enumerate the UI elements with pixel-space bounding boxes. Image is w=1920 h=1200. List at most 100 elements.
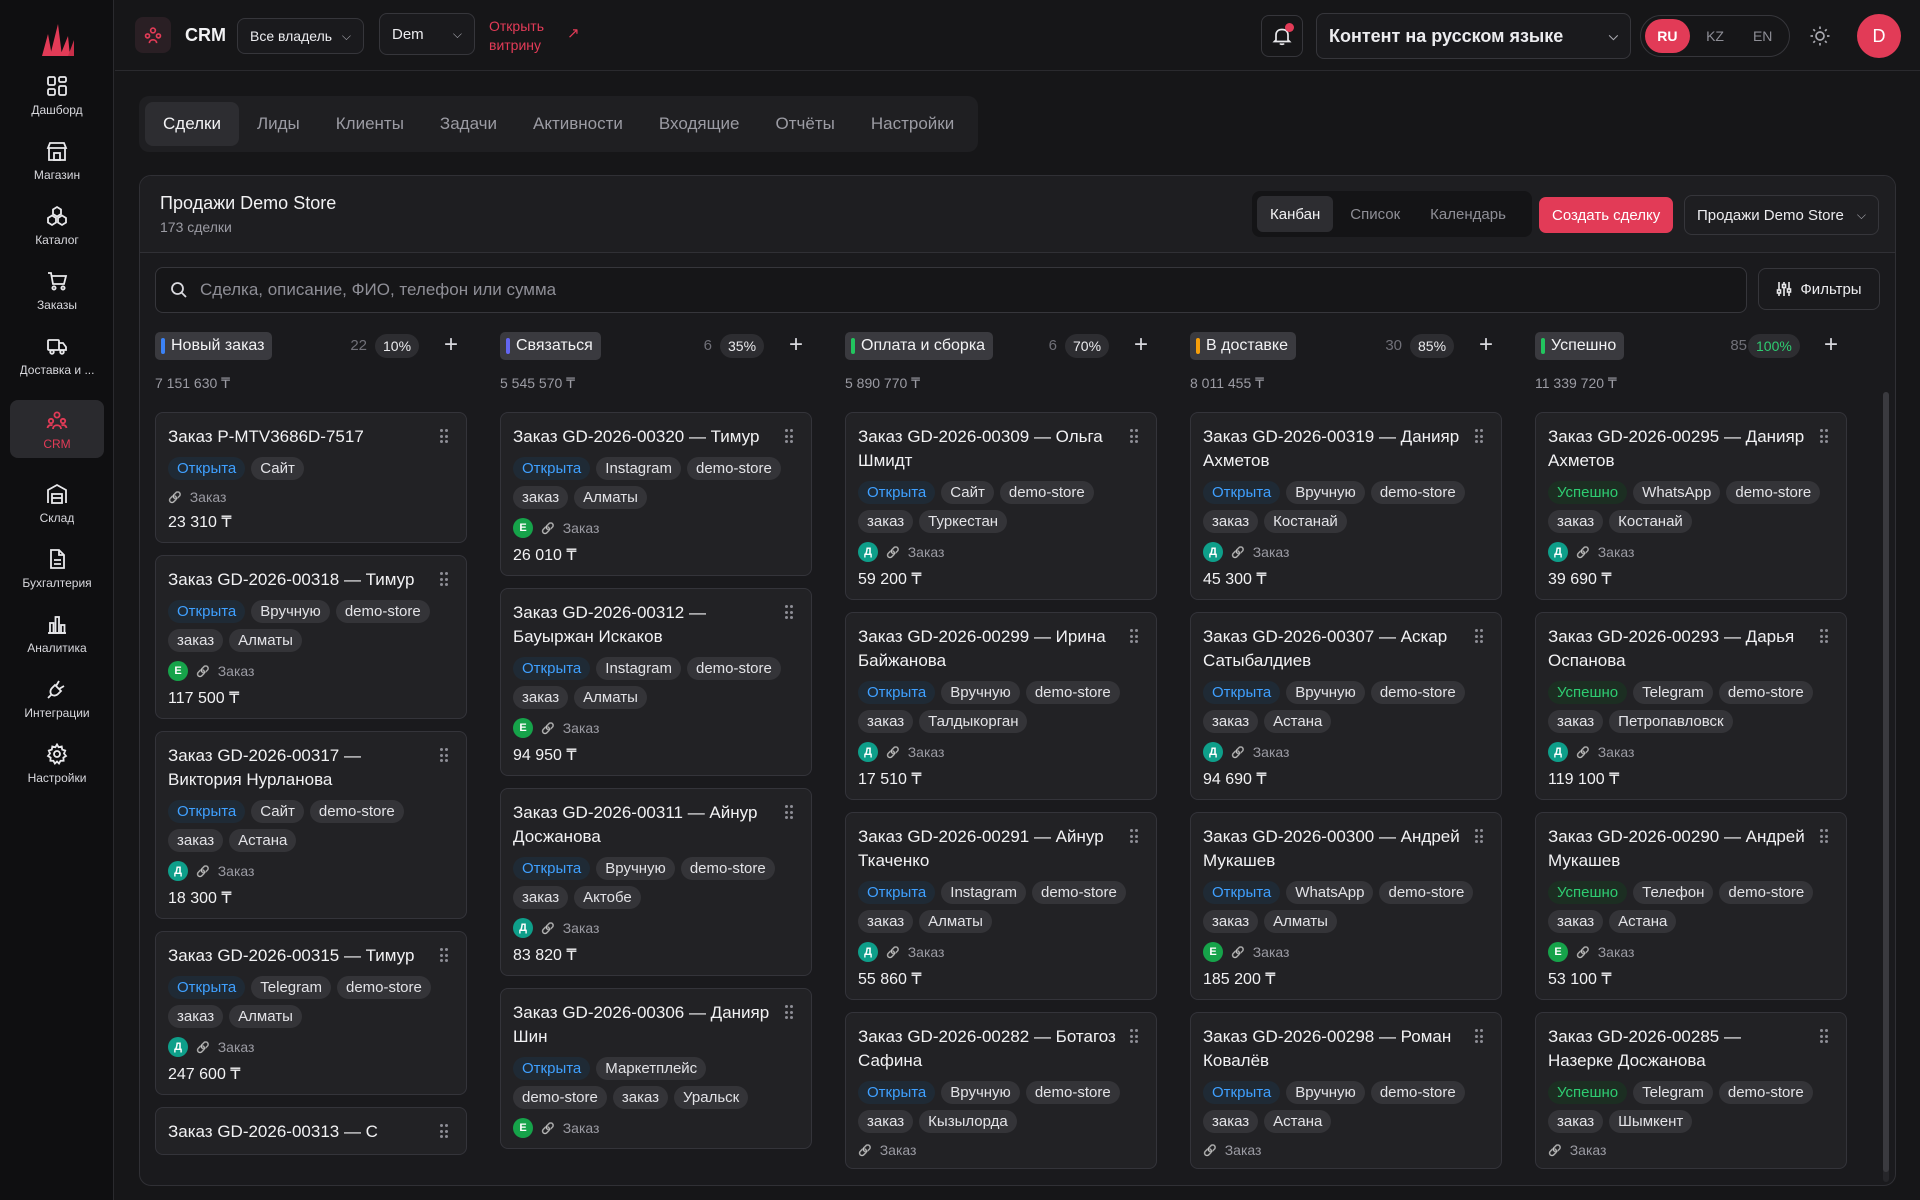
sidebar-item-integrations[interactable]: Интеграции [10,669,104,727]
tab-leads[interactable]: Лиды [239,102,318,146]
add-deal-icon[interactable]: + [1479,331,1493,359]
create-deal-button[interactable]: Создать сделку [1539,197,1674,233]
lang-en[interactable]: EN [1740,19,1785,53]
drag-handle-icon[interactable] [1475,629,1483,643]
drag-handle-icon[interactable] [785,805,793,819]
sidebar-item-delivery[interactable]: Доставка и ... [10,326,104,384]
sidebar-item-catalog[interactable]: Каталог [10,196,104,254]
deal-card[interactable]: Заказ P-MTV3686D-7517 Открыта Сайт 🔗 Заказ 23… [155,412,467,543]
view-list[interactable]: Список [1337,196,1413,232]
drag-handle-icon[interactable] [440,429,448,443]
deal-card[interactable]: Заказ GD-2026-00318 — Тимур Открыта Вручну… [155,555,467,719]
deal-card[interactable]: Заказ GD-2026-00300 — Андрей Мукашев Откр… [1190,812,1502,1000]
deal-card[interactable]: Заказ GD-2026-00306 — Данияр Шин Открыта М… [500,988,812,1149]
deal-card[interactable]: Заказ GD-2026-00291 — Айнур Ткаченко Откр… [845,812,1157,1000]
drag-handle-icon[interactable] [1130,429,1138,443]
deal-card[interactable]: Заказ GD-2026-00290 — Андрей Мукашев Успе… [1535,812,1847,1000]
pipeline-dropdown[interactable]: Продажи Demo Store ⌵ [1684,195,1879,235]
deal-card[interactable]: Заказ GD-2026-00295 — Данияр Ахметов Успе… [1535,412,1847,600]
status-badge: Открыта [168,457,246,480]
tab-reports[interactable]: Отчёты [758,102,853,146]
drag-handle-icon[interactable] [1475,1029,1483,1043]
open-storefront-link[interactable]: Открыть витрину [489,17,544,55]
sidebar-item-analytics[interactable]: Аналитика [10,604,104,662]
sidebar-item-orders[interactable]: Заказы [10,261,104,319]
tab-deals[interactable]: Сделки [145,102,239,146]
board-scrollbar[interactable] [1883,392,1889,1182]
lang-ru[interactable]: RU [1645,19,1690,53]
deal-card[interactable]: Заказ GD-2026-00312 — Бауыржан Искаков От… [500,588,812,776]
drag-handle-icon[interactable] [1820,829,1828,843]
owner-filter-dropdown[interactable]: Все владельцы ⌵ [237,18,364,54]
add-deal-icon[interactable]: + [789,331,803,359]
store-select-dropdown[interactable]: Dem ⌵ [379,13,475,55]
tab-activities[interactable]: Активности [515,102,641,146]
drag-handle-icon[interactable] [1130,1029,1138,1043]
lang-kz[interactable]: KZ [1693,19,1738,53]
drag-handle-icon[interactable] [1130,629,1138,643]
scrollbar-thumb[interactable] [1883,392,1889,1172]
deal-card[interactable]: Заказ GD-2026-00307 — Аскар Сатыбалдиев О… [1190,612,1502,800]
sidebar-item-crm[interactable]: CRM [10,400,104,458]
deal-card[interactable]: Заказ GD-2026-00319 — Данияр Ахметов Откр… [1190,412,1502,600]
drag-handle-icon[interactable] [440,948,448,962]
deal-card[interactable]: Заказ GD-2026-00298 — Роман Ковалёв Откры… [1190,1012,1502,1169]
stage-color-bar [851,338,855,354]
view-calendar[interactable]: Календарь [1417,196,1519,232]
drag-handle-icon[interactable] [440,1124,448,1138]
link-icon: 🔗 [196,865,210,878]
drag-handle-icon[interactable] [1820,1029,1828,1043]
sidebar-item-warehouse[interactable]: Склад [10,474,104,532]
view-kanban[interactable]: Канбан [1257,196,1334,232]
drag-handle-icon[interactable] [440,572,448,586]
deal-card[interactable]: Заказ GD-2026-00317 — Виктория Нурланова… [155,731,467,919]
tab-inbox[interactable]: Входящие [641,102,758,146]
drag-handle-icon[interactable] [1820,629,1828,643]
deal-source-label: Заказ [907,544,945,560]
plug-icon [45,677,69,701]
deal-card[interactable]: Заказ GD-2026-00311 — Айнур Досжанова Отк… [500,788,812,976]
user-avatar[interactable]: D [1857,14,1901,58]
drag-handle-icon[interactable] [1475,429,1483,443]
deal-card[interactable]: Заказ GD-2026-00315 — Тимур Открыта Telegr… [155,931,467,1095]
column-count: 6 [703,337,712,354]
sidebar-item-label: Магазин [33,167,81,182]
add-deal-icon[interactable]: + [1824,331,1838,359]
filters-label: Фильтры [1800,280,1862,298]
sidebar-item-settings[interactable]: Настройки [10,734,104,792]
drag-handle-icon[interactable] [440,748,448,762]
deal-meta: Е 🔗 Заказ [1203,942,1489,962]
sidebar-item-accounting[interactable]: Бухгалтерия [10,539,104,597]
filters-button[interactable]: Фильтры [1758,268,1880,310]
tag: Алматы [1264,910,1337,933]
deal-card[interactable]: Заказ GD-2026-00282 — Ботагоз Сафина Откр… [845,1012,1157,1169]
drag-handle-icon[interactable] [785,429,793,443]
deal-card[interactable]: Заказ GD-2026-00299 — Ирина Байжанова Отк… [845,612,1157,800]
status-badge: Открыта [513,857,591,880]
add-deal-icon[interactable]: + [1134,331,1148,359]
sidebar-item-dashboard[interactable]: Дашборд [10,66,104,124]
deal-title: Заказ GD-2026-00313 — С [168,1122,378,1141]
search-input[interactable] [200,280,1732,300]
notifications-button[interactable] [1261,15,1303,57]
add-deal-icon[interactable]: + [444,331,458,359]
drag-handle-icon[interactable] [1475,829,1483,843]
drag-handle-icon[interactable] [1820,429,1828,443]
deal-card[interactable]: Заказ GD-2026-00309 — Ольга Шмидт Открыта… [845,412,1157,600]
deal-amount: 94 690 ₸ [1203,771,1267,788]
content-language-dropdown[interactable]: Контент на русском языке ⌵ [1316,13,1631,59]
deal-card[interactable]: Заказ GD-2026-00293 — Дарья Оспанова Успе… [1535,612,1847,800]
theme-toggle[interactable] [1806,22,1834,50]
deal-card[interactable]: Заказ GD-2026-00285 — Назерке Досжанова У… [1535,1012,1847,1169]
tab-clients[interactable]: Клиенты [318,102,422,146]
tab-settings[interactable]: Настройки [853,102,972,146]
deal-title: Заказ GD-2026-00293 — Дарья Оспанова [1548,627,1795,670]
drag-handle-icon[interactable] [785,1005,793,1019]
truck-icon [45,334,69,358]
sidebar-item-store[interactable]: Магазин [10,131,104,189]
tab-tasks[interactable]: Задачи [422,102,515,146]
drag-handle-icon[interactable] [1130,829,1138,843]
drag-handle-icon[interactable] [785,605,793,619]
deal-card[interactable]: Заказ GD-2026-00320 — Тимур Открыта Instag… [500,412,812,576]
deal-card[interactable]: Заказ GD-2026-00313 — С [155,1107,467,1155]
